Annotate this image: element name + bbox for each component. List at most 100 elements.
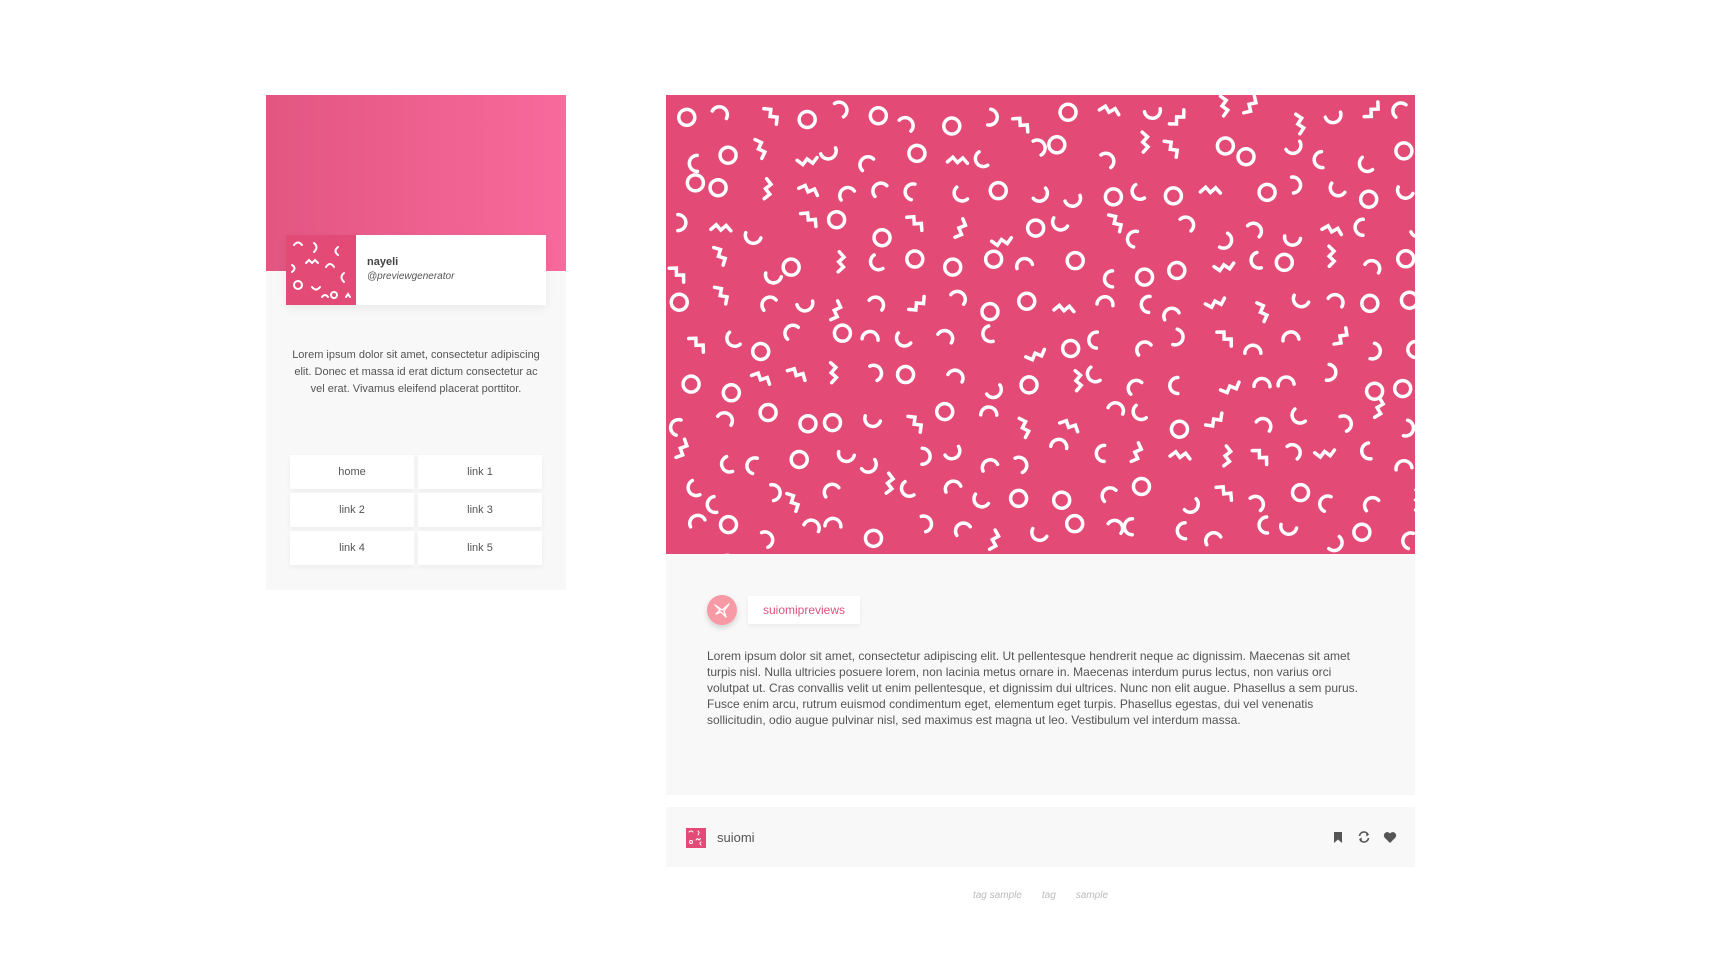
pattern-shape: [1168, 449, 1192, 461]
pattern-shape: [906, 414, 924, 434]
reblog-icon[interactable]: [1357, 830, 1371, 844]
pattern-shape: [796, 183, 820, 198]
pattern-shape: [863, 414, 883, 429]
pattern-shape: [838, 185, 857, 202]
pattern-shape: [945, 154, 970, 166]
footer-avatar[interactable]: [686, 828, 706, 848]
pattern-shape: [1215, 330, 1234, 348]
pattern-shape: [1014, 256, 1035, 271]
nav-link-2[interactable]: link 2: [290, 493, 414, 527]
pattern-shape: [860, 329, 880, 342]
op-username-link[interactable]: suiomipreviews: [748, 596, 861, 624]
tag-link[interactable]: tag: [1042, 890, 1056, 901]
sidebar-nav: home link 1 link 2 link 3 link 4 link 5: [290, 455, 542, 565]
pattern-shape: [797, 109, 817, 130]
heart-icon[interactable]: [1383, 830, 1397, 844]
post-image[interactable]: [666, 95, 1415, 554]
pattern-shape: [972, 492, 991, 509]
pattern-shape: [1362, 495, 1381, 513]
post-body-text: Lorem ipsum dolor sit amet, consectetur …: [707, 649, 1359, 727]
pattern-shape: [1052, 302, 1076, 314]
pattern-shape: [1327, 534, 1344, 553]
memphis-pattern-icon: [667, 95, 1415, 554]
pattern-shape: [953, 521, 972, 538]
profile-avatar[interactable]: [286, 235, 356, 305]
pattern-shape: [1255, 301, 1270, 324]
pattern-shape: [1360, 293, 1380, 314]
pattern-shape: [1094, 443, 1107, 464]
footer-username[interactable]: suiomi: [717, 830, 755, 845]
pattern-shape: [685, 173, 706, 193]
pattern-shape: [919, 514, 934, 534]
pattern-shape: [1126, 378, 1144, 396]
pattern-shape: [1047, 135, 1067, 155]
pattern-shape: [905, 214, 924, 233]
pattern-shape: [769, 482, 782, 503]
pattern-shape: [868, 363, 884, 383]
pattern-shape: [781, 257, 801, 277]
pattern-shape: [1129, 441, 1144, 464]
pattern-shape: [1162, 306, 1181, 322]
pattern-shape: [802, 518, 821, 534]
pattern-shape: [1130, 182, 1147, 202]
pattern-shape: [674, 437, 690, 460]
pattern-shape: [1395, 185, 1415, 200]
pattern-shape: [1357, 155, 1375, 174]
pattern-shape: [715, 411, 735, 428]
pattern-shape: [1284, 139, 1303, 156]
pattern-shape: [758, 402, 778, 423]
profile-handle: @previewgenerator: [367, 271, 455, 282]
nav-link-home[interactable]: home: [290, 455, 414, 489]
pattern-shape: [1019, 375, 1039, 395]
nav-link-4[interactable]: link 4: [290, 531, 414, 565]
profile-name: nayeli: [367, 256, 399, 268]
pattern-shape: [1406, 339, 1415, 360]
op-avatar[interactable]: [707, 595, 737, 625]
nav-link-3[interactable]: link 3: [418, 493, 542, 527]
tag-link[interactable]: tag sample: [973, 890, 1022, 901]
pattern-shape: [1182, 496, 1200, 514]
pattern-shape: [1243, 343, 1263, 356]
pattern-shape: [705, 494, 719, 515]
pattern-shape: [981, 324, 995, 344]
pattern-shape: [1060, 338, 1081, 359]
pattern-shape: [709, 222, 733, 233]
pattern-shape: [826, 209, 847, 230]
pattern-shape: [858, 155, 876, 173]
pattern-shape: [980, 301, 1000, 322]
hummingbird-icon: [714, 603, 730, 618]
pattern-shape: [907, 143, 927, 164]
bookmark-icon[interactable]: [1331, 830, 1345, 844]
pattern-shape: [1274, 252, 1295, 273]
pattern-shape: [1276, 375, 1296, 388]
pattern-shape: [1051, 490, 1072, 510]
nav-link-5[interactable]: link 5: [418, 531, 542, 565]
pattern-shape: [1236, 146, 1256, 167]
post-footer: suiomi: [666, 807, 1415, 867]
pattern-shape: [710, 105, 730, 121]
pattern-shape: [868, 253, 885, 272]
pattern-shape: [718, 514, 739, 535]
pattern-shape: [1281, 330, 1301, 343]
pattern-shape: [943, 444, 962, 461]
pattern-shape: [949, 289, 967, 306]
pattern-shape: [1031, 186, 1050, 203]
pattern-shape: [989, 236, 1014, 248]
pattern-shape: [1140, 130, 1151, 154]
nav-link-1[interactable]: link 1: [418, 455, 542, 489]
pattern-shape: [1338, 414, 1354, 433]
pattern-shape: [1175, 520, 1188, 541]
sidebar-bio: Lorem ipsum dolor sit amet, consectetur …: [292, 349, 540, 395]
profile-card: nayeli @previewgenerator: [286, 235, 546, 305]
pattern-shape: [872, 227, 892, 248]
pattern-shape: [1317, 494, 1333, 514]
pattern-shape: [934, 401, 955, 422]
tag-link[interactable]: sample: [1076, 890, 1108, 901]
pattern-shape: [1013, 455, 1029, 475]
pattern-shape: [1103, 187, 1124, 207]
pattern-shape: [785, 366, 807, 383]
pattern-shape: [1326, 244, 1337, 268]
pattern-shape: [936, 328, 955, 345]
pattern-shape: [688, 513, 707, 529]
pattern-shape: [668, 417, 683, 437]
